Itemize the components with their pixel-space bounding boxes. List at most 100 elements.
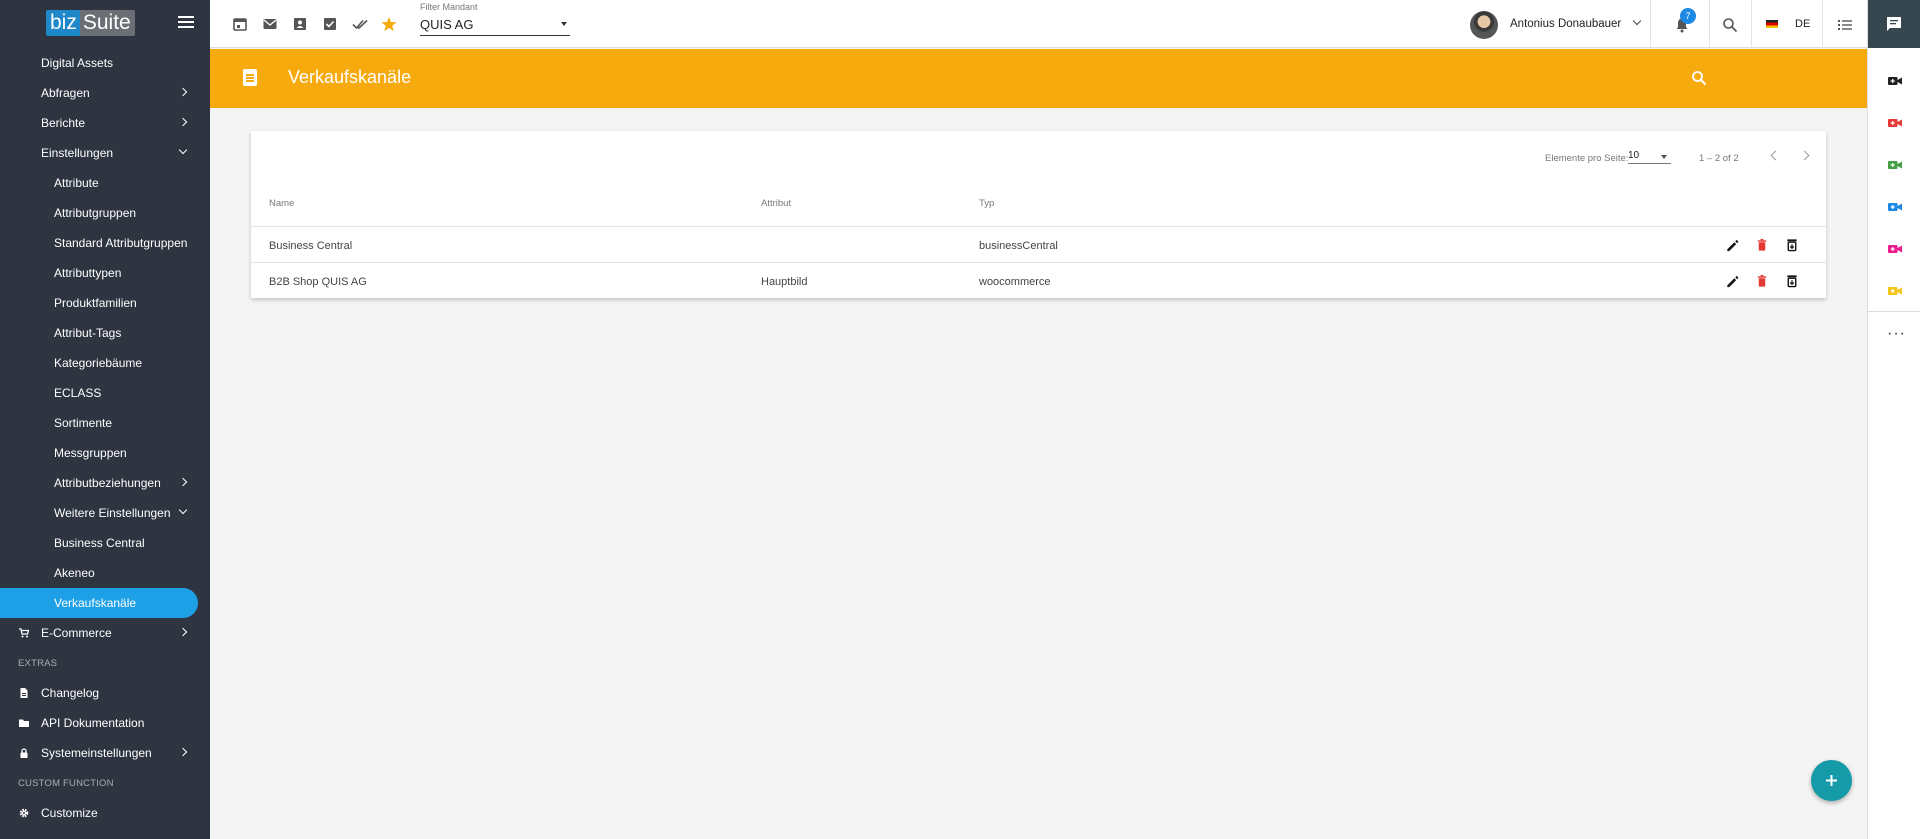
sidebar-item-weitere-einstellungen[interactable]: Weitere Einstellungen <box>0 498 210 528</box>
cell-type: woocommerce <box>979 276 1051 288</box>
video-call-icon[interactable] <box>1888 244 1902 254</box>
sidebar-item-label: Systemeinstellungen <box>41 746 152 760</box>
menu-toggle-icon[interactable] <box>178 16 194 28</box>
sidebar-item-label: ECLASS <box>54 386 102 400</box>
column-header-attribute[interactable]: Attribut <box>761 198 791 209</box>
chevron-right-icon <box>178 117 188 127</box>
caret-down-icon <box>1661 155 1667 159</box>
caret-down-icon <box>561 22 567 26</box>
checkbox-icon[interactable] <box>322 16 338 32</box>
calendar-icon[interactable] <box>232 16 248 32</box>
star-icon[interactable] <box>381 16 397 32</box>
contact-icon[interactable] <box>292 16 308 32</box>
sidebar-item-kategoriebaeume[interactable]: Kategoriebäume <box>0 348 210 378</box>
sidebar-item-changelog[interactable]: Changelog <box>0 678 210 708</box>
sidebar-item-einstellungen[interactable]: Einstellungen <box>0 138 210 168</box>
filter-mandant-select[interactable]: QUIS AG <box>420 16 570 36</box>
table-row[interactable]: Business Central businessCentral <box>251 226 1826 262</box>
filter-label: Filter Mandant <box>420 2 478 12</box>
avatar[interactable] <box>1470 11 1498 39</box>
pagination-range: 1 – 2 of 2 <box>1699 153 1739 164</box>
bizsuite-logo[interactable]: biz Suite <box>46 10 135 36</box>
mail-icon[interactable] <box>262 16 278 32</box>
sidebar-item-label: Messgruppen <box>54 446 127 460</box>
sidebar-item-label: Einstellungen <box>41 146 114 160</box>
next-page-icon[interactable] <box>1799 150 1810 161</box>
cart-icon <box>19 628 29 638</box>
search-icon[interactable] <box>1722 17 1738 33</box>
edit-icon[interactable] <box>1725 238 1739 252</box>
divider <box>1751 0 1752 48</box>
sidebar-item-standard-attributgruppen[interactable]: Standard Attributgruppen <box>0 228 210 258</box>
sidebar-nav: Digital Assets Abfragen Berichte Einstellun… <box>0 48 210 828</box>
sidebar-item-label: Attributgruppen <box>54 206 137 220</box>
double-check-icon[interactable] <box>352 16 368 32</box>
cell-name: B2B Shop QUIS AG <box>269 276 367 288</box>
sidebar-item-produktfamilien[interactable]: Produktfamilien <box>0 288 210 318</box>
table-row[interactable]: B2B Shop QUIS AG Hauptbild woocommerce <box>251 262 1826 298</box>
column-header-name[interactable]: Name <box>269 198 294 209</box>
sidebar-item-label: Attribute <box>54 176 99 190</box>
sidebar-item-digital-assets[interactable]: Digital Assets <box>0 48 210 78</box>
chevron-right-icon <box>178 747 188 757</box>
german-flag-icon[interactable] <box>1766 20 1778 28</box>
list-icon[interactable] <box>1837 17 1853 33</box>
user-name[interactable]: Antonius Donaubauer <box>1510 18 1621 30</box>
sidebar-item-label: Attributtypen <box>54 266 122 280</box>
sidebar-item-label: Business Central <box>54 536 145 550</box>
sidebar-item-customize[interactable]: Customize <box>0 798 210 828</box>
chevron-down-icon[interactable] <box>1632 16 1642 26</box>
per-page-select[interactable]: 10 <box>1628 148 1671 164</box>
gear-icon <box>19 808 29 818</box>
sidebar-item-label: Verkaufskanäle <box>54 596 137 610</box>
sidebar-item-verkaufskanaele[interactable]: Verkaufskanäle <box>0 588 198 618</box>
folder-icon <box>19 719 29 727</box>
top-bar: Filter Mandant QUIS AG Antonius Donaubau… <box>210 0 1867 48</box>
sidebar-item-label: Digital Assets <box>41 56 114 70</box>
filter-value: QUIS AG <box>420 17 474 32</box>
video-call-icon[interactable] <box>1888 160 1902 170</box>
sidebar-item-label: Customize <box>41 806 98 820</box>
brand-bar: biz Suite <box>0 0 210 48</box>
sidebar-item-berichte[interactable]: Berichte <box>0 108 210 138</box>
column-header-type[interactable]: Typ <box>979 198 994 209</box>
archive-icon[interactable] <box>1785 238 1799 252</box>
sidebar-item-abfragen[interactable]: Abfragen <box>0 78 210 108</box>
sidebar-item-eclass[interactable]: ECLASS <box>0 378 210 408</box>
prev-page-icon[interactable] <box>1770 150 1781 161</box>
sidebar-item-business-central[interactable]: Business Central <box>0 528 210 558</box>
sidebar-item-akeneo[interactable]: Akeneo <box>0 558 210 588</box>
divider <box>1709 0 1710 48</box>
edit-icon[interactable] <box>1725 274 1739 288</box>
sidebar-item-attributbeziehungen[interactable]: Attributbeziehungen <box>0 468 210 498</box>
chevron-right-icon <box>178 477 188 487</box>
sidebar-item-messgruppen[interactable]: Messgruppen <box>0 438 210 468</box>
video-call-icon[interactable] <box>1888 76 1902 86</box>
chat-toggle[interactable] <box>1868 0 1920 48</box>
sidebar-item-attributgruppen[interactable]: Attributgruppen <box>0 198 210 228</box>
video-call-icon[interactable] <box>1888 202 1902 212</box>
per-page-value: 10 <box>1628 150 1640 161</box>
sidebar-item-systemeinstellungen[interactable]: Systemeinstellungen <box>0 738 210 768</box>
sidebar-item-attributtypen[interactable]: Attributtypen <box>0 258 210 288</box>
archive-icon[interactable] <box>1785 274 1799 288</box>
delete-icon[interactable] <box>1755 238 1769 252</box>
language-selector[interactable]: DE <box>1795 18 1810 30</box>
sidebar-item-sortimente[interactable]: Sortimente <box>0 408 210 438</box>
video-call-icon[interactable] <box>1888 286 1902 296</box>
delete-icon[interactable] <box>1755 274 1769 288</box>
add-button[interactable] <box>1811 760 1852 801</box>
chevron-down-icon <box>178 145 188 155</box>
video-call-icon[interactable] <box>1888 118 1902 128</box>
per-page-label: Elemente pro Seite: <box>1545 153 1629 164</box>
sidebar-item-attribute[interactable]: Attribute <box>0 168 210 198</box>
search-icon[interactable] <box>1691 70 1707 86</box>
sidebar-item-attribut-tags[interactable]: Attribut-Tags <box>0 318 210 348</box>
document-icon <box>20 688 28 698</box>
sidebar: biz Suite Digital Assets Abfragen Berichte… <box>0 0 210 839</box>
cell-type: businessCentral <box>979 240 1058 252</box>
sidebar-item-label: Sortimente <box>54 416 113 430</box>
more-icon[interactable]: ··· <box>1887 326 1906 342</box>
sidebar-item-api-dokumentation[interactable]: API Dokumentation <box>0 708 210 738</box>
sidebar-item-e-commerce[interactable]: E-Commerce <box>0 618 210 648</box>
